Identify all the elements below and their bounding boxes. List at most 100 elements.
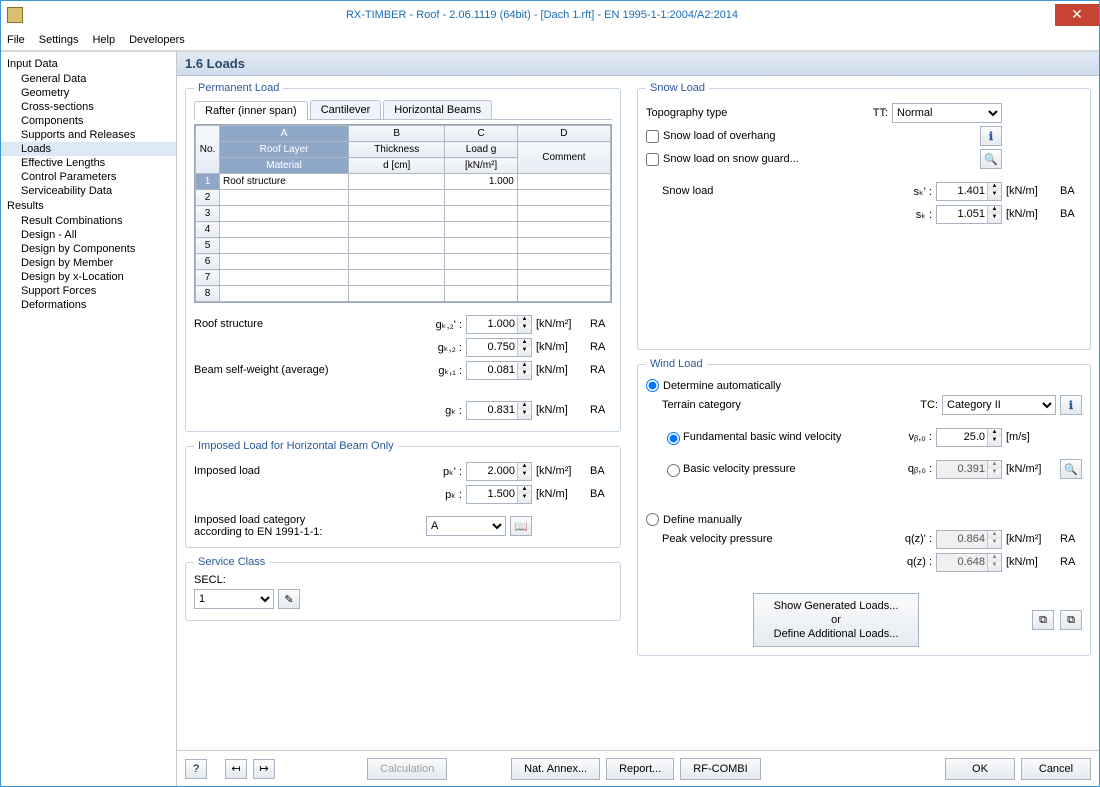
gk-input[interactable]: ▲▼ [466, 401, 532, 420]
gk1-input[interactable]: ▲▼ [466, 361, 532, 380]
tree-item[interactable]: Deformations [1, 298, 176, 312]
col-sub: Material [220, 158, 349, 174]
details-button[interactable]: 🔍 [980, 149, 1002, 169]
service-class-group: Service Class SECL: 1 ✎ [185, 556, 621, 621]
vb0-input[interactable]: ▲▼ [936, 428, 1002, 447]
col-d[interactable]: D [517, 126, 610, 142]
snowguard-check[interactable]: Snow load on snow guard... [646, 153, 799, 166]
col-c[interactable]: C [445, 126, 518, 142]
cell[interactable]: Roof structure [220, 174, 349, 190]
pk1-input[interactable]: ▲▼ [466, 462, 532, 481]
sk1-input[interactable]: ▲▼ [936, 182, 1002, 201]
unit: [kN/m²] [1002, 463, 1056, 475]
menu-help[interactable]: Help [92, 34, 115, 46]
col-a[interactable]: A [220, 126, 349, 142]
tree-item[interactable]: Effective Lengths [1, 156, 176, 170]
unit: [m/s] [1002, 431, 1056, 443]
tc-select[interactable]: Category II [942, 395, 1056, 415]
tree-item[interactable]: General Data [1, 72, 176, 86]
fb-label: Fundamental basic wind velocity [683, 431, 896, 443]
unit: [kN/m] [1002, 208, 1056, 220]
tree-item[interactable]: Cross-sections [1, 100, 176, 114]
calculation-button[interactable]: Calculation [367, 758, 447, 780]
wind-legend: Wind Load [646, 358, 707, 370]
tree-item[interactable]: Design by Member [1, 256, 176, 270]
ok-button[interactable]: OK [945, 758, 1015, 780]
cell[interactable] [349, 174, 445, 190]
tree-item[interactable]: Support Forces [1, 284, 176, 298]
report-button[interactable]: Report... [606, 758, 674, 780]
tc-label: Terrain category [646, 399, 902, 411]
cancel-button[interactable]: Cancel [1021, 758, 1091, 780]
tree-item[interactable]: Design by Components [1, 242, 176, 256]
close-button[interactable]: ✕ [1055, 4, 1099, 26]
tab-rafter[interactable]: Rafter (inner span) [194, 101, 308, 120]
load-table[interactable]: No. A B C D Roof LayerThicknessLoad gCom… [194, 124, 612, 303]
nat-annex-button[interactable]: Nat. Annex... [511, 758, 600, 780]
tree-item[interactable]: Design by x-Location [1, 270, 176, 284]
col-b[interactable]: B [349, 126, 445, 142]
wind-load-group: Wind Load Determine automatically Terrai… [637, 358, 1091, 656]
tree-item[interactable]: Geometry [1, 86, 176, 100]
tab-cantilever[interactable]: Cantilever [310, 100, 382, 119]
tree-item[interactable]: Supports and Releases [1, 128, 176, 142]
pk2-input[interactable]: ▲▼ [466, 485, 532, 504]
tree-item-loads[interactable]: Loads [1, 142, 176, 156]
gk2p-input[interactable]: ▲▼ [466, 315, 532, 334]
paste-icon[interactable]: ⧉ [1060, 610, 1082, 630]
page-title: 1.6 Loads [177, 52, 1099, 76]
col-no: No. [196, 126, 220, 174]
tree-item[interactable]: Serviceability Data [1, 184, 176, 198]
tree-group-input[interactable]: Input Data [1, 56, 176, 72]
sym: sₖ : [896, 208, 936, 221]
next-button[interactable]: ↦ [253, 759, 275, 779]
category-select[interactable]: A [426, 516, 506, 536]
tt-select[interactable]: Normal [892, 103, 1002, 123]
tree-item[interactable]: Result Combinations [1, 214, 176, 228]
overhang-check[interactable]: Snow load of overhang [646, 130, 776, 143]
copy-icon[interactable]: ⧉ [1032, 610, 1054, 630]
nav-tree[interactable]: Input Data General Data Geometry Cross-s… [1, 52, 177, 786]
menu-developers[interactable]: Developers [129, 34, 185, 46]
details-button[interactable]: 🔍 [1060, 459, 1082, 479]
sym: qᵦ,₀ : [896, 463, 936, 475]
unit: [kN/m] [532, 488, 586, 500]
gk2-input[interactable]: ▲▼ [466, 338, 532, 357]
menu-file[interactable]: File [7, 34, 25, 46]
info-icon[interactable]: ℹ [1060, 395, 1082, 415]
tag: BA [586, 488, 612, 500]
secl-edit-button[interactable]: ✎ [278, 589, 300, 609]
cell[interactable] [517, 174, 610, 190]
window-title: RX-TIMBER - Roof - 2.06.1119 (64bit) - [… [29, 9, 1055, 21]
sym: q(z)' : [896, 533, 936, 545]
menu-settings[interactable]: Settings [39, 34, 79, 46]
define-manual-radio[interactable] [646, 513, 659, 526]
determine-auto-radio[interactable] [646, 379, 659, 392]
permanent-load-legend: Permanent Load [194, 82, 283, 94]
tree-item[interactable]: Components [1, 114, 176, 128]
fundamental-radio[interactable] [667, 432, 680, 445]
menubar: File Settings Help Developers [1, 29, 1099, 51]
sk2-input[interactable]: ▲▼ [936, 205, 1002, 224]
sym: pₖ : [426, 488, 466, 501]
unit: [kN/m] [532, 364, 586, 376]
unit: [kN/m²] [1002, 533, 1056, 545]
tab-horizontal[interactable]: Horizontal Beams [383, 100, 492, 119]
cell[interactable]: 1.000 [445, 174, 518, 190]
sym: vᵦ,₀ : [896, 431, 936, 443]
tree-item[interactable]: Design - All [1, 228, 176, 242]
info-icon[interactable]: ℹ [980, 126, 1002, 146]
tag: BA [1056, 185, 1082, 197]
prev-button[interactable]: ↤ [225, 759, 247, 779]
tree-item[interactable]: Control Parameters [1, 170, 176, 184]
roof-structure-label: Roof structure [194, 318, 426, 330]
secl-select[interactable]: 1 [194, 589, 274, 609]
tree-group-results[interactable]: Results [1, 198, 176, 214]
library-button[interactable]: 📖 [510, 516, 532, 536]
help-button[interactable]: ? [185, 759, 207, 779]
unit: [kN/m²] [532, 318, 586, 330]
show-define-loads-button[interactable]: Show Generated Loads...orDefine Addition… [753, 593, 920, 647]
basic-vp-radio[interactable] [667, 464, 680, 477]
rf-combi-button[interactable]: RF-COMBI [680, 758, 760, 780]
cat-label2: according to EN 1991-1-1: [194, 526, 322, 538]
